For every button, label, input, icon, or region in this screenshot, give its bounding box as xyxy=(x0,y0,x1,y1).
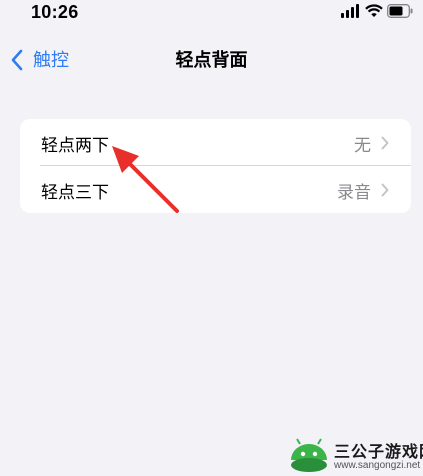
watermark-text: 三公子游戏网 xyxy=(334,442,423,461)
row-label: 轻点三下 xyxy=(41,183,109,203)
watermark: 三公子游戏网 www.sangongzi.net xyxy=(284,436,423,476)
signal-icon xyxy=(341,4,359,18)
nav-bar: 轻点背面 触控 xyxy=(0,40,423,80)
row-value: 录音 xyxy=(337,183,371,203)
chevron-right-icon xyxy=(381,136,389,150)
row-value: 无 xyxy=(354,136,371,156)
chevron-left-icon xyxy=(11,49,23,71)
row-label: 轻点两下 xyxy=(41,136,109,156)
settings-row-triple-tap[interactable]: 轻点三下 录音 xyxy=(20,166,411,213)
status-time: 10:26 xyxy=(31,2,79,22)
status-bar: 10:26 xyxy=(0,0,423,30)
settings-group: 轻点两下 无 轻点三下 录音 xyxy=(20,119,411,213)
watermark-logo-icon xyxy=(291,438,327,472)
wifi-icon xyxy=(365,4,383,17)
back-label: 触控 xyxy=(33,50,69,71)
chevron-right-icon xyxy=(381,183,389,197)
battery-icon xyxy=(387,4,413,18)
settings-row-double-tap[interactable]: 轻点两下 无 xyxy=(20,119,411,166)
watermark-url: www.sangongzi.net xyxy=(334,460,421,471)
